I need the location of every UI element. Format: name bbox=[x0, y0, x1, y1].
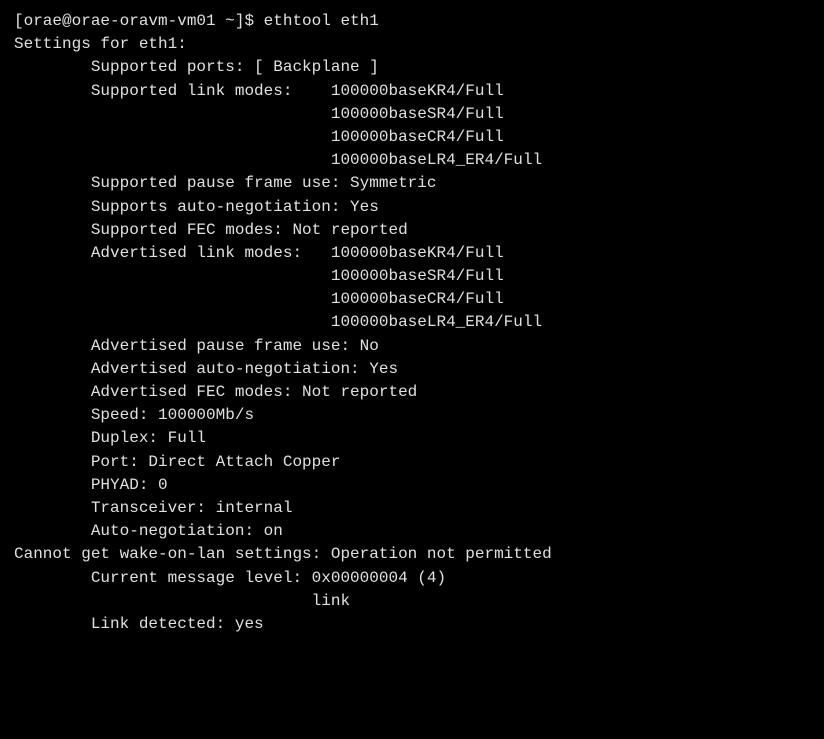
terminal-line: PHYAD: 0 bbox=[14, 474, 810, 497]
terminal-line: Speed: 100000Mb/s bbox=[14, 404, 810, 427]
terminal-line: Advertised link modes: 100000baseKR4/Ful… bbox=[14, 242, 810, 265]
terminal-line: link bbox=[14, 590, 810, 613]
terminal-line: 100000baseCR4/Full bbox=[14, 288, 810, 311]
prompt-line: [orae@orae-oravm-vm01 ~]$ ethtool eth1 bbox=[14, 10, 810, 33]
terminal-line: Duplex: Full bbox=[14, 427, 810, 450]
terminal-line: Cannot get wake-on-lan settings: Operati… bbox=[14, 543, 810, 566]
terminal-line: 100000baseSR4/Full bbox=[14, 103, 810, 126]
terminal-line: Port: Direct Attach Copper bbox=[14, 451, 810, 474]
terminal-line: Supported FEC modes: Not reported bbox=[14, 219, 810, 242]
terminal-line: Supported link modes: 100000baseKR4/Full bbox=[14, 80, 810, 103]
terminal-line: Transceiver: internal bbox=[14, 497, 810, 520]
terminal-window: [orae@orae-oravm-vm01 ~]$ ethtool eth1 S… bbox=[14, 10, 810, 636]
terminal-line: Settings for eth1: bbox=[14, 33, 810, 56]
terminal-line: Supports auto-negotiation: Yes bbox=[14, 196, 810, 219]
terminal-line: Advertised pause frame use: No bbox=[14, 335, 810, 358]
terminal-line: Link detected: yes bbox=[14, 613, 810, 636]
terminal-line: Supported pause frame use: Symmetric bbox=[14, 172, 810, 195]
terminal-line: 100000baseLR4_ER4/Full bbox=[14, 311, 810, 334]
terminal-line: Current message level: 0x00000004 (4) bbox=[14, 567, 810, 590]
terminal-line: Auto-negotiation: on bbox=[14, 520, 810, 543]
terminal-line: Advertised auto-negotiation: Yes bbox=[14, 358, 810, 381]
terminal-line: 100000baseSR4/Full bbox=[14, 265, 810, 288]
terminal-line: 100000baseCR4/Full bbox=[14, 126, 810, 149]
terminal-line: Advertised FEC modes: Not reported bbox=[14, 381, 810, 404]
terminal-line: 100000baseLR4_ER4/Full bbox=[14, 149, 810, 172]
terminal-line: Supported ports: [ Backplane ] bbox=[14, 56, 810, 79]
